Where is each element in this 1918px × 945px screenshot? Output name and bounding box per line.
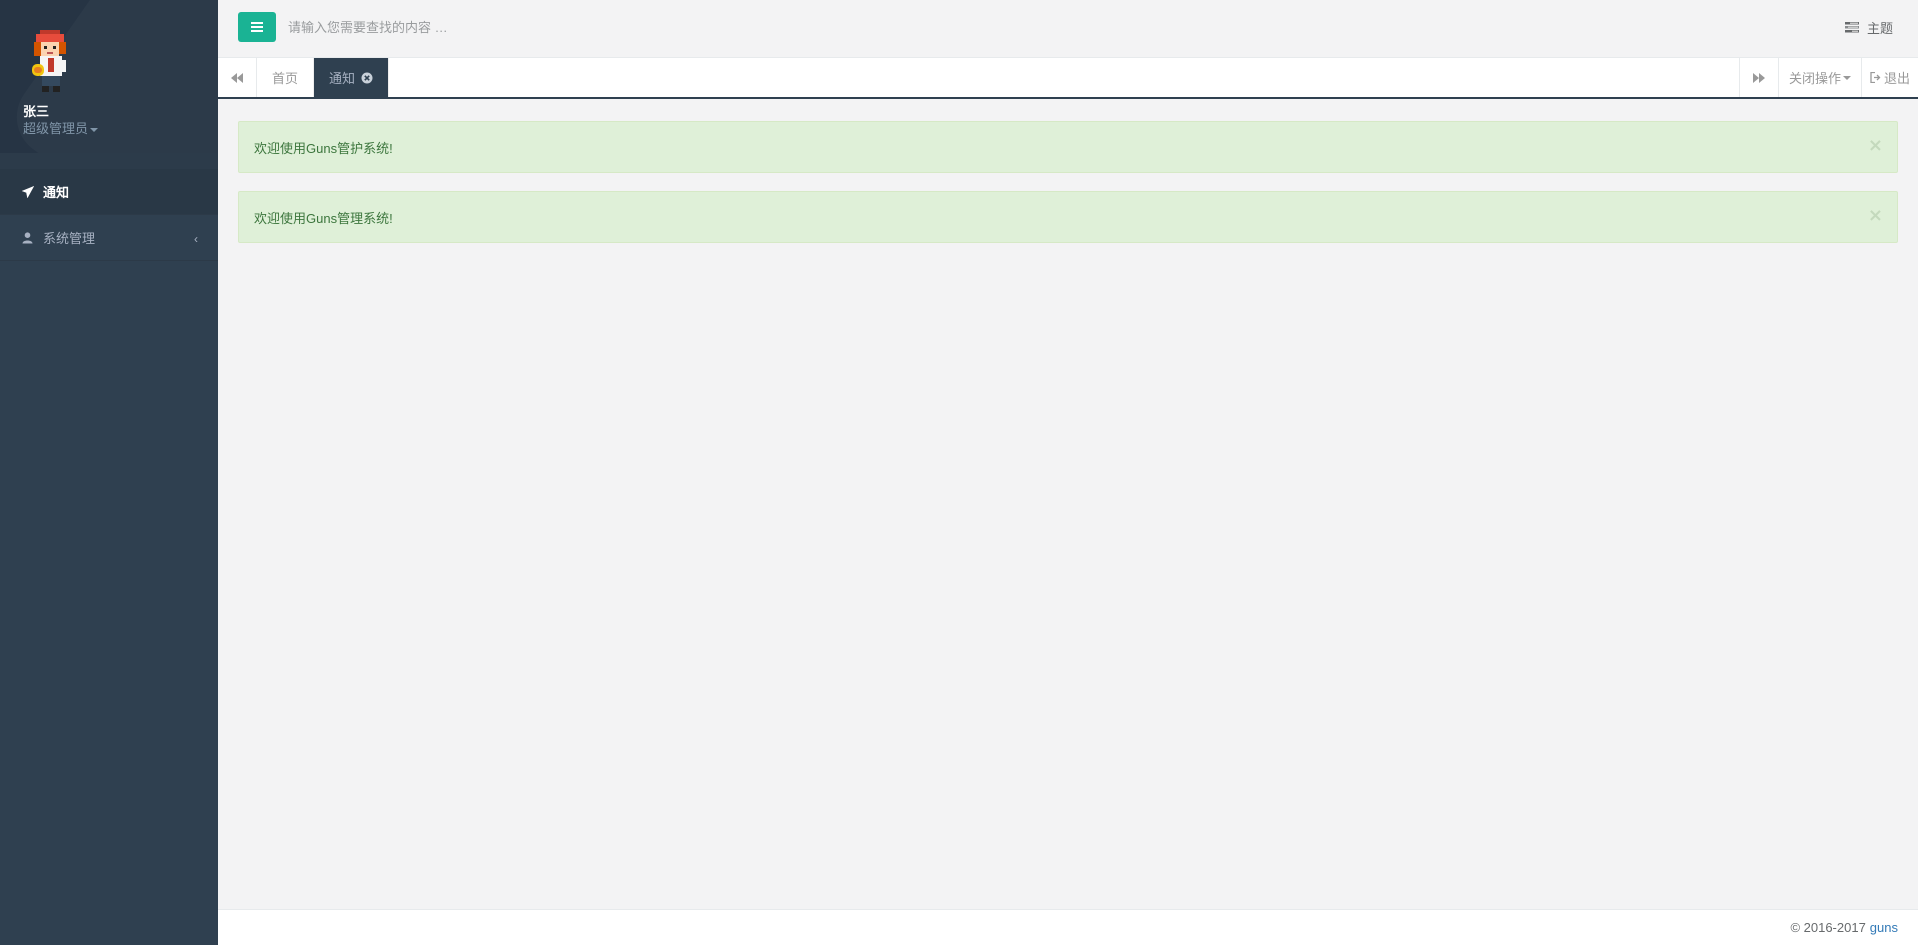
app-root: 张三 超级管理员 通知 系统管理 ‹ 请输入您需要查找的内容 … 主题 首页 通… [0, 0, 1918, 945]
chevron-left-icon: ‹ [194, 232, 198, 246]
theme-button[interactable]: 主题 [1844, 18, 1893, 37]
copyright-text: © 2016-2017 [1790, 920, 1866, 935]
alert-text: 欢迎使用Guns管理系统! [254, 210, 393, 226]
main-content: 欢迎使用Guns管护系统! × 欢迎使用Guns管理系统! × [218, 101, 1918, 909]
user-icon [22, 231, 34, 244]
close-operations-label: 关闭操作 [1788, 71, 1841, 86]
tab-home[interactable]: 首页 [257, 58, 315, 97]
tab-label: 通知 [329, 71, 356, 86]
close-icon[interactable]: × [1868, 136, 1883, 156]
search-input[interactable] [288, 14, 808, 40]
theme-label: 主题 [1866, 21, 1893, 36]
avatar[interactable] [28, 28, 74, 94]
caret-down-icon [1843, 75, 1851, 80]
nav-spacer [0, 153, 218, 169]
rocket-icon [22, 185, 34, 198]
alert-text: 欢迎使用Guns管护系统! [254, 140, 393, 156]
top-bar: 主题 [218, 0, 1918, 58]
close-icon[interactable]: × [1868, 206, 1883, 226]
profile-header: 张三 超级管理员 [0, 0, 218, 153]
sidebar-item-system-management[interactable]: 系统管理 ‹ [0, 215, 218, 261]
logout-button[interactable]: 退出 [1861, 58, 1918, 97]
menu-toggle-button[interactable] [238, 12, 276, 42]
sidebar-item-label: 通知 [43, 185, 70, 200]
close-operations-dropdown[interactable]: 关闭操作 [1778, 58, 1861, 97]
backward-icon [231, 72, 243, 83]
tab-scroll-right-button[interactable] [1739, 58, 1778, 97]
profile-role-dropdown[interactable]: 超级管理员 [23, 118, 99, 137]
tabs: 首页 通知 [257, 58, 390, 97]
hamburger-icon [251, 22, 263, 32]
tab-bar: 首页 通知 关闭操作 退出 [218, 58, 1918, 99]
sidebar: 张三 超级管理员 通知 系统管理 ‹ [0, 0, 218, 945]
tab-label: 首页 [272, 71, 299, 86]
times-circle-icon[interactable] [361, 72, 373, 84]
welcome-alert: 欢迎使用Guns管理系统! × [238, 191, 1898, 243]
sidebar-item-notice[interactable]: 通知 [0, 169, 218, 215]
profile-role-label: 超级管理员 [23, 121, 89, 136]
footer: © 2016-2017 guns [218, 909, 1918, 945]
logout-label: 退出 [1883, 71, 1910, 86]
forward-icon [1753, 72, 1765, 83]
tab-scroll-left-button[interactable] [218, 58, 257, 97]
tasks-icon [1844, 22, 1859, 33]
footer-guns-link[interactable]: guns [1870, 920, 1898, 935]
welcome-alert: 欢迎使用Guns管护系统! × [238, 121, 1898, 173]
sidebar-item-label: 系统管理 [43, 231, 96, 246]
sign-out-icon [1870, 72, 1881, 83]
caret-down-icon [90, 127, 99, 132]
tab-notice[interactable]: 通知 [314, 58, 390, 97]
